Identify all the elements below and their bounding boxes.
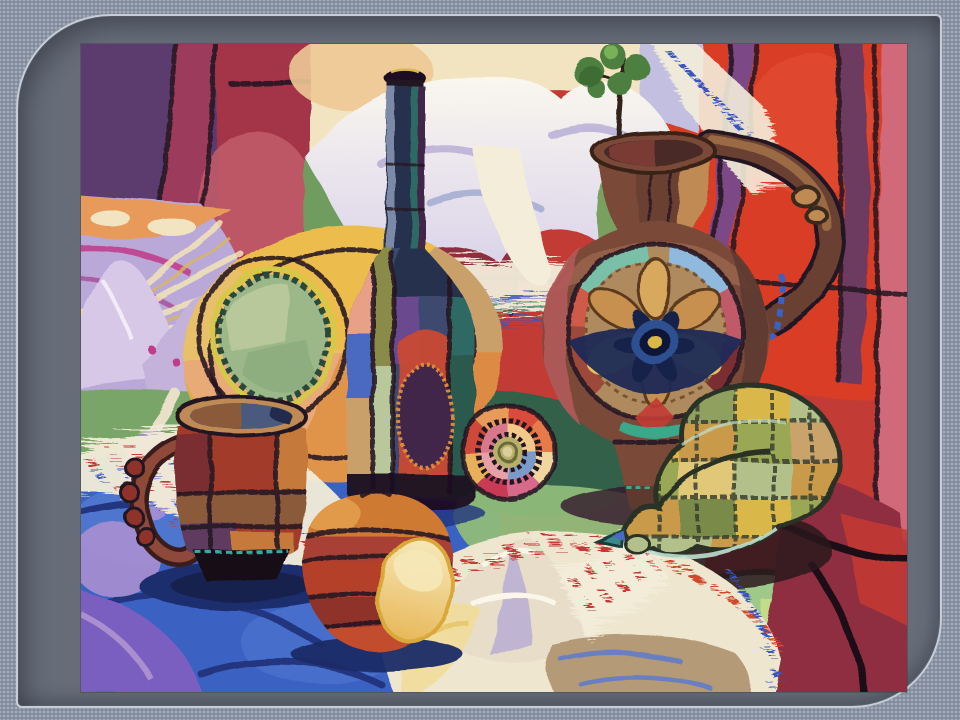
still-life-painting[interactable] (81, 44, 907, 692)
painting-canvas (81, 44, 907, 692)
ball (461, 405, 555, 499)
apple (291, 492, 463, 672)
